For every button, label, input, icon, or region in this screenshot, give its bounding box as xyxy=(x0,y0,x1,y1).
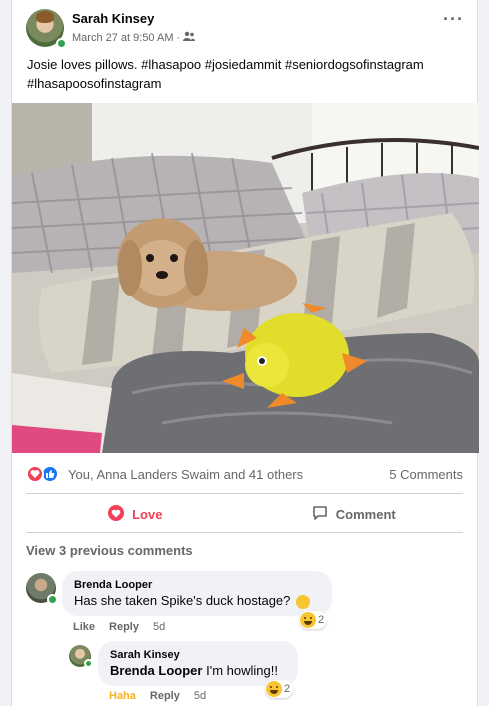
online-status-dot xyxy=(84,659,93,668)
online-status-dot xyxy=(56,38,67,49)
reply-button[interactable]: Reply xyxy=(109,621,139,633)
comment-reaction-count[interactable]: 2 xyxy=(265,680,294,698)
author-name[interactable]: Sarah Kinsey xyxy=(72,11,154,26)
comments-count[interactable]: 5 Comments xyxy=(389,467,463,482)
haha-reaction-button[interactable]: Haha xyxy=(109,690,136,702)
post-actions: Love Comment xyxy=(26,496,463,532)
comment-text: I'm howling!! xyxy=(206,663,278,678)
heart-icon xyxy=(26,465,44,483)
comment-text: Has she taken Spike's duck hostage? xyxy=(74,593,291,608)
divider xyxy=(26,532,463,533)
friends-icon[interactable] xyxy=(183,31,196,44)
haha-icon xyxy=(300,612,316,628)
commenter-name[interactable]: Sarah Kinsey xyxy=(110,648,286,662)
comment-time[interactable]: 5d xyxy=(194,690,206,702)
post-card: Sarah Kinsey March 27 at 9:50 AM · ··· J… xyxy=(11,0,479,706)
comment-time[interactable]: 5d xyxy=(153,621,165,633)
commenter-name[interactable]: Brenda Looper xyxy=(74,578,320,592)
reactions-summary[interactable]: You, Anna Landers Swaim and 41 others 5 … xyxy=(26,464,463,484)
comment-label: Comment xyxy=(335,506,396,522)
love-button[interactable]: Love xyxy=(26,496,245,532)
reactions-text[interactable]: You, Anna Landers Swaim and 41 others xyxy=(68,467,303,482)
post-meta: March 27 at 9:50 AM · xyxy=(72,31,196,44)
haha-icon xyxy=(266,681,282,697)
like-comment-button[interactable]: Like xyxy=(73,621,95,633)
view-previous-comments-link[interactable]: View 3 previous comments xyxy=(26,543,193,558)
reply-button[interactable]: Reply xyxy=(150,690,180,702)
comment-actions: Like Reply 5d xyxy=(73,621,165,633)
mention-link[interactable]: Brenda Looper xyxy=(110,663,202,678)
comment-icon xyxy=(312,505,328,524)
love-label: Love xyxy=(132,506,163,522)
comment-button[interactable]: Comment xyxy=(245,496,464,532)
post-timestamp[interactable]: March 27 at 9:50 AM xyxy=(72,32,174,44)
dog-on-pillows-photo[interactable] xyxy=(12,103,479,453)
post-text: Josie loves pillows. #lhasapoo #josiedam… xyxy=(27,57,424,91)
heart-icon xyxy=(108,504,125,524)
divider xyxy=(26,493,463,494)
more-options-icon[interactable]: ··· xyxy=(443,10,464,28)
online-status-dot xyxy=(47,594,58,605)
comment-actions: Haha Reply 5d xyxy=(109,690,206,702)
comment-bubble: Sarah Kinsey Brenda Looper I'm howling!! xyxy=(98,641,298,686)
laughing-emoji-icon xyxy=(296,594,311,609)
comment-reaction-count[interactable]: 2 xyxy=(299,611,328,629)
comment-bubble: Brenda Looper Has she taken Spike's duck… xyxy=(62,571,332,616)
